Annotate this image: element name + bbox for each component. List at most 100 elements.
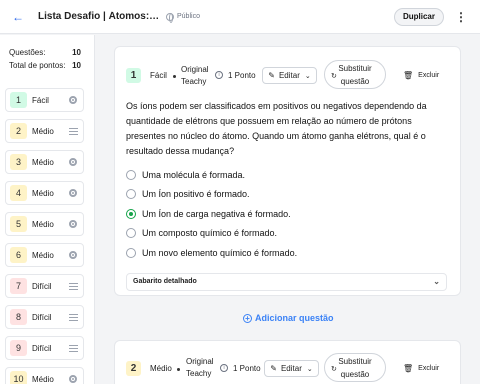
difficulty-label: Médio [32, 126, 54, 136]
difficulty-label: Difícil [32, 312, 52, 322]
radio-button[interactable] [126, 170, 136, 180]
difficulty-label: Médio [32, 157, 54, 167]
text-lines-icon [69, 344, 78, 352]
visibility-label: Público [177, 13, 200, 20]
replace-question-button[interactable]: ↻ Substituir questão [324, 60, 386, 89]
swap-icon: ↻ [331, 366, 337, 373]
radio-icon [69, 189, 77, 197]
question-prompt: Os íons podem ser classificados em posit… [126, 101, 427, 156]
radio-button[interactable] [126, 247, 136, 258]
info-icon[interactable]: i [220, 364, 228, 372]
chevron-down-icon: ⌄ [306, 365, 313, 373]
sidebar-question-item[interactable]: 9 Difícil [5, 336, 84, 360]
radio-button[interactable] [126, 208, 136, 219]
add-question-label: Adicionar questão [255, 313, 334, 323]
sidebar-question-item[interactable]: 4 Médio [5, 181, 84, 205]
difficulty-label: Médio [32, 250, 54, 260]
sidebar-question-item[interactable]: 8 Difícil [5, 305, 84, 329]
edit-label: Editar [280, 364, 302, 373]
question-number-chip: 1 [126, 68, 141, 83]
trash-icon: 🗑 [403, 71, 414, 80]
sidebar-question-item[interactable]: 5 Médio [5, 212, 84, 236]
questions-stat: Questões: 10 [9, 48, 81, 57]
add-question-button[interactable]: + Adicionar questão [243, 313, 334, 323]
points-label: 1 Ponto [228, 71, 256, 80]
edit-button[interactable]: ✎ Editar ⌄ [262, 67, 317, 84]
question-number: 7 [10, 278, 27, 294]
duplicate-button[interactable]: Duplicar [394, 8, 444, 26]
radio-icon [69, 96, 77, 104]
radio-button[interactable] [126, 228, 136, 239]
sidebar-question-item[interactable]: 6 Médio [5, 243, 84, 267]
radio-icon [69, 375, 77, 383]
top-bar: ← Lista Desafio | Átomos: Intr... Públic… [0, 0, 480, 34]
question-number: 6 [10, 247, 27, 263]
source-label: Original Teachy [186, 356, 214, 380]
source-line-1: Original [186, 357, 214, 366]
question-number: 2 [10, 123, 27, 139]
sidebar-question-item[interactable]: 3 Médio [5, 150, 84, 174]
difficulty-label: Médio [32, 219, 54, 229]
source-line-2: Teachy [181, 77, 207, 86]
answer-option[interactable]: Um composto químico é formado. [126, 228, 278, 239]
question-number: 1 [10, 92, 27, 108]
difficulty-label: Médio [32, 374, 54, 384]
pencil-icon: ✎ [270, 364, 277, 373]
points-count: 10 [72, 61, 81, 70]
text-lines-icon [69, 282, 78, 290]
difficulty-label: Fácil [150, 71, 167, 80]
separator-dot [177, 368, 180, 371]
pencil-icon: ✎ [268, 71, 275, 80]
answer-key-label: Gabarito detalhado [133, 278, 197, 285]
questions-count: 10 [72, 48, 81, 57]
plus-circle-icon: + [243, 313, 252, 323]
difficulty-label: Médio [150, 364, 172, 373]
back-arrow-icon[interactable]: ← [11, 10, 25, 24]
radio-button[interactable] [126, 189, 136, 200]
answer-option[interactable]: Um novo elemento químico é formado. [126, 247, 298, 258]
page-title: Lista Desafio | Átomos: Intr... [38, 11, 160, 22]
radio-icon [69, 158, 77, 166]
question-number: 8 [10, 309, 27, 325]
chevron-down-icon: ⌄ [433, 277, 440, 286]
difficulty-label: Difícil [32, 343, 52, 353]
info-icon[interactable]: i [215, 71, 223, 79]
difficulty-label: Fácil [32, 95, 49, 105]
question-number-chip: 2 [126, 361, 141, 376]
globe-icon [166, 12, 174, 23]
question-number: 9 [10, 340, 27, 356]
text-lines-icon [69, 127, 78, 135]
delete-button[interactable]: 🗑 Excluir [403, 364, 439, 373]
source-line-2: Teachy [186, 369, 212, 378]
swap-icon: ↻ [331, 73, 337, 80]
sidebar-question-item[interactable]: 1 Fácil [5, 88, 84, 112]
edit-label: Editar [278, 71, 300, 80]
sidebar-question-item[interactable]: 10 Médio [5, 367, 84, 384]
points-label: 1 Ponto [233, 364, 261, 373]
answer-key-accordion[interactable]: Gabarito detalhado ⌄ [126, 273, 447, 291]
more-vertical-icon[interactable]: ⋮ [455, 9, 467, 25]
question-number: 5 [10, 216, 27, 232]
answer-option-text: Um composto químico é formado. [142, 228, 278, 239]
answer-option-text: Um Íon positivo é formado. [142, 189, 250, 200]
points-stat: Total de pontos: 10 [9, 61, 81, 70]
delete-button[interactable]: 🗑 Excluir [403, 71, 439, 80]
delete-label: Excluir [418, 365, 440, 372]
delete-label: Excluir [418, 72, 440, 79]
question-sidebar: Questões: 10 Total de pontos: 10 1 Fácil 2… [0, 35, 95, 384]
answer-option-text: Um novo elemento químico é formado. [142, 247, 298, 258]
sidebar-question-item[interactable]: 2 Médio [5, 119, 84, 143]
question-number: 10 [10, 371, 27, 384]
text-lines-icon [69, 313, 78, 321]
source-label: Original Teachy [181, 64, 209, 88]
chevron-down-icon: ⌄ [304, 72, 311, 80]
answer-option[interactable]: Um Íon de carga negativa é formado. [126, 208, 291, 219]
radio-icon [69, 251, 77, 259]
answer-option-text: Um Íon de carga negativa é formado. [142, 208, 291, 219]
trash-icon: 🗑 [403, 364, 414, 373]
sidebar-question-item[interactable]: 7 Difícil [5, 274, 84, 298]
replace-question-button[interactable]: ↻ Substituir questão [324, 353, 386, 382]
answer-option[interactable]: Um Íon positivo é formado. [126, 189, 250, 200]
edit-button[interactable]: ✎ Editar ⌄ [264, 360, 319, 377]
answer-option[interactable]: Uma molécula é formada. [126, 170, 245, 180]
